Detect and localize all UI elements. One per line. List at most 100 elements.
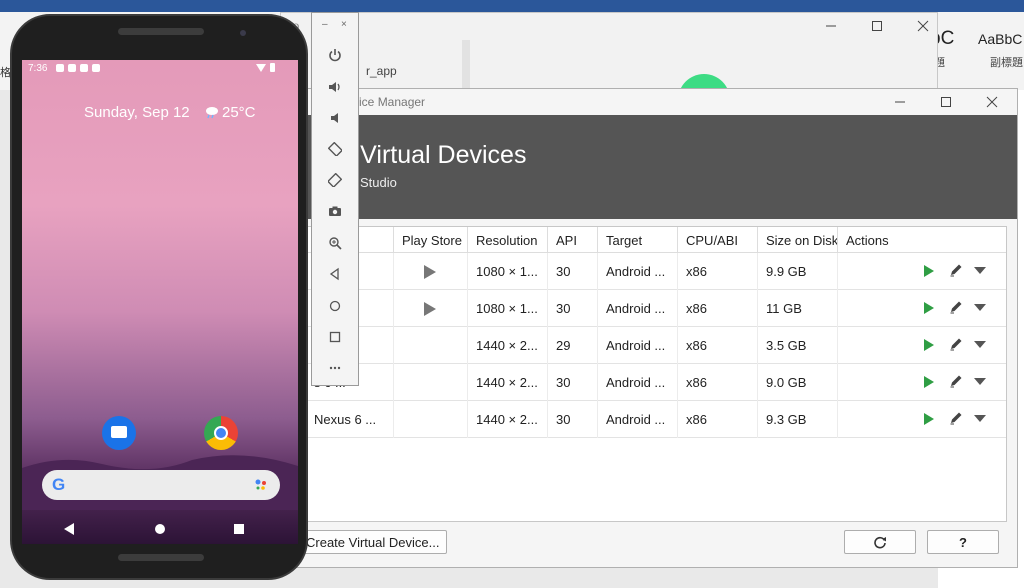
size-on-disk-cell: 9.9 GB: [758, 253, 838, 290]
chevron-down-icon[interactable]: [974, 341, 986, 348]
api-cell: 30: [548, 364, 598, 401]
word-style-gallery[interactable]: bC 題 AaBbC 副標題: [930, 28, 1024, 78]
minimize-icon[interactable]: [889, 92, 911, 112]
avd-banner: ur Virtual Devices oid Studio: [295, 115, 1017, 219]
table-row[interactable]: s 5...1080 × 1...30Android ...x8611 GB: [306, 290, 1006, 327]
chevron-down-icon[interactable]: [974, 415, 986, 422]
messages-app-icon[interactable]: [102, 416, 136, 450]
project-tree-item[interactable]: r_app: [366, 64, 397, 78]
edit-pencil-icon[interactable]: [948, 262, 964, 278]
volume-up-icon[interactable]: [323, 75, 347, 99]
phone-screen[interactable]: 7:36 Sunday, Sep 12 25°C G: [22, 60, 298, 544]
edit-pencil-icon[interactable]: [948, 410, 964, 426]
status-time: 7:36: [28, 63, 48, 74]
run-icon[interactable]: [924, 265, 934, 277]
size-on-disk-cell: 3.5 GB: [758, 327, 838, 364]
close-icon[interactable]: [981, 92, 1003, 112]
row-actions: [916, 373, 996, 393]
panel-divider[interactable]: [462, 40, 470, 90]
assistant-icon[interactable]: [254, 478, 268, 492]
row-actions: [916, 262, 996, 282]
resolution-cell: 1440 × 2...: [468, 401, 548, 438]
api-cell: 30: [548, 290, 598, 327]
close-icon[interactable]: ×: [341, 19, 347, 30]
zoom-icon[interactable]: [323, 231, 347, 255]
cpu-abi-cell: x86: [678, 364, 758, 401]
resolution-cell: 1440 × 2...: [468, 364, 548, 401]
play-store-cell: [394, 327, 468, 364]
word-style-item[interactable]: AaBbC: [978, 31, 1022, 47]
table-row[interactable]: s 6...1440 × 2...29Android ...x863.5 GB: [306, 327, 1006, 364]
nav-recents-icon[interactable]: [234, 524, 244, 534]
camera-icon[interactable]: [323, 199, 347, 223]
avd-manager-window: al Device Manager ur Virtual Devices oid…: [294, 88, 1018, 568]
home-icon[interactable]: [323, 294, 347, 318]
volume-down-icon[interactable]: [323, 106, 347, 130]
chevron-down-icon[interactable]: [974, 378, 986, 385]
nav-home-icon[interactable]: [155, 524, 165, 534]
play-store-icon: [424, 265, 436, 279]
api-cell: 30: [548, 253, 598, 290]
navigation-bar: [22, 514, 298, 544]
power-icon[interactable]: [323, 43, 347, 67]
minimize-icon[interactable]: –: [322, 19, 328, 30]
row-actions: [916, 336, 996, 356]
home-date[interactable]: Sunday, Sep 12: [84, 104, 190, 121]
google-search-bar[interactable]: G: [42, 470, 280, 500]
refresh-button[interactable]: [844, 530, 916, 554]
api-cell: 29: [548, 327, 598, 364]
column-header-play-store[interactable]: Play Store: [394, 227, 468, 253]
overview-icon[interactable]: [323, 325, 347, 349]
maximize-icon[interactable]: [935, 92, 957, 112]
cpu-abi-cell: x86: [678, 290, 758, 327]
maximize-icon[interactable]: [866, 16, 888, 36]
size-on-disk-cell: 9.3 GB: [758, 401, 838, 438]
edit-pencil-icon[interactable]: [948, 336, 964, 352]
home-temperature[interactable]: 25°C: [222, 104, 256, 121]
table-row[interactable]: s 5...1080 × 1...30Android ...x869.9 GB: [306, 253, 1006, 290]
back-icon[interactable]: [323, 262, 347, 286]
android-studio-window-controls: [820, 16, 934, 36]
chrome-app-icon[interactable]: [204, 416, 238, 450]
resolution-cell: 1080 × 1...: [468, 290, 548, 327]
cpu-abi-cell: x86: [678, 327, 758, 364]
rotate-right-icon[interactable]: [323, 168, 347, 192]
target-cell: Android ...: [598, 253, 678, 290]
notification-icon: [92, 64, 100, 72]
target-cell: Android ...: [598, 290, 678, 327]
run-icon[interactable]: [924, 376, 934, 388]
column-header-api[interactable]: API: [548, 227, 598, 253]
chrome-logo-center: [214, 426, 228, 440]
close-icon[interactable]: [912, 16, 934, 36]
target-cell: Android ...: [598, 401, 678, 438]
column-header-cpu-abi[interactable]: CPU/ABI: [678, 227, 758, 253]
rotate-left-icon[interactable]: [323, 137, 347, 161]
device-name-cell: Nexus 6 ...: [306, 401, 394, 438]
run-icon[interactable]: [924, 302, 934, 314]
table-row[interactable]: Nexus 6 ... 1440 × 2... 30 Android ... x86 9.…: [306, 401, 1006, 438]
size-on-disk-cell: 9.0 GB: [758, 364, 838, 401]
nav-back-icon[interactable]: [64, 523, 74, 535]
resolution-cell: 1440 × 2...: [468, 327, 548, 364]
avd-titlebar[interactable]: al Device Manager: [295, 89, 1017, 115]
chevron-down-icon[interactable]: [974, 267, 986, 274]
column-header-target[interactable]: Target: [598, 227, 678, 253]
help-button[interactable]: ?: [927, 530, 999, 554]
edit-pencil-icon[interactable]: [948, 373, 964, 389]
edit-pencil-icon[interactable]: [948, 299, 964, 315]
run-icon[interactable]: [924, 413, 934, 425]
status-indicators: [256, 63, 275, 72]
phone-bottom-speaker: [118, 554, 204, 561]
size-on-disk-cell: 11 GB: [758, 290, 838, 327]
row-actions: [916, 299, 996, 319]
minimize-icon[interactable]: [820, 16, 842, 36]
column-header-size-on-disk[interactable]: Size on Disk: [758, 227, 838, 253]
more-icon[interactable]: [323, 356, 347, 380]
create-virtual-device-button[interactable]: Create Virtual Device...: [295, 530, 447, 554]
chevron-down-icon[interactable]: [974, 304, 986, 311]
avd-banner-title: ur Virtual Devices: [331, 141, 527, 169]
run-icon[interactable]: [924, 339, 934, 351]
table-row[interactable]: s 6 ...1440 × 2...30Android ...x869.0 GB: [306, 364, 1006, 401]
column-header-resolution[interactable]: Resolution: [468, 227, 548, 253]
phone-front-camera: [240, 30, 246, 36]
